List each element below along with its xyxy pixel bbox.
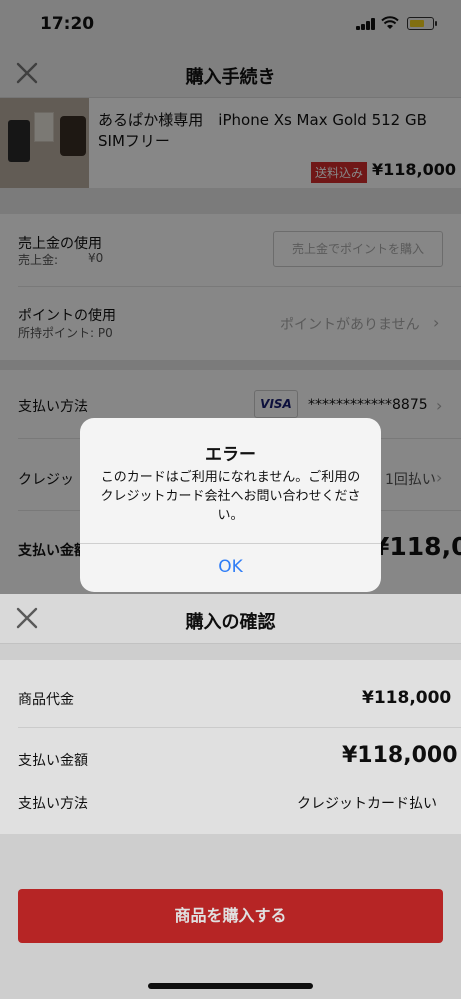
alert-message: このカードはご利用になれません。ご利用のクレジットカード会社へお問い合わせくださ… bbox=[100, 470, 361, 523]
sheet-dim-overlay bbox=[0, 594, 461, 999]
alert-title: エラー bbox=[205, 445, 256, 465]
error-alert-dialog: エラー このカードはご利用になれません。ご利用のクレジットカード会社へお問い合わ… bbox=[80, 418, 381, 592]
alert-ok-button[interactable]: OK bbox=[80, 544, 381, 592]
